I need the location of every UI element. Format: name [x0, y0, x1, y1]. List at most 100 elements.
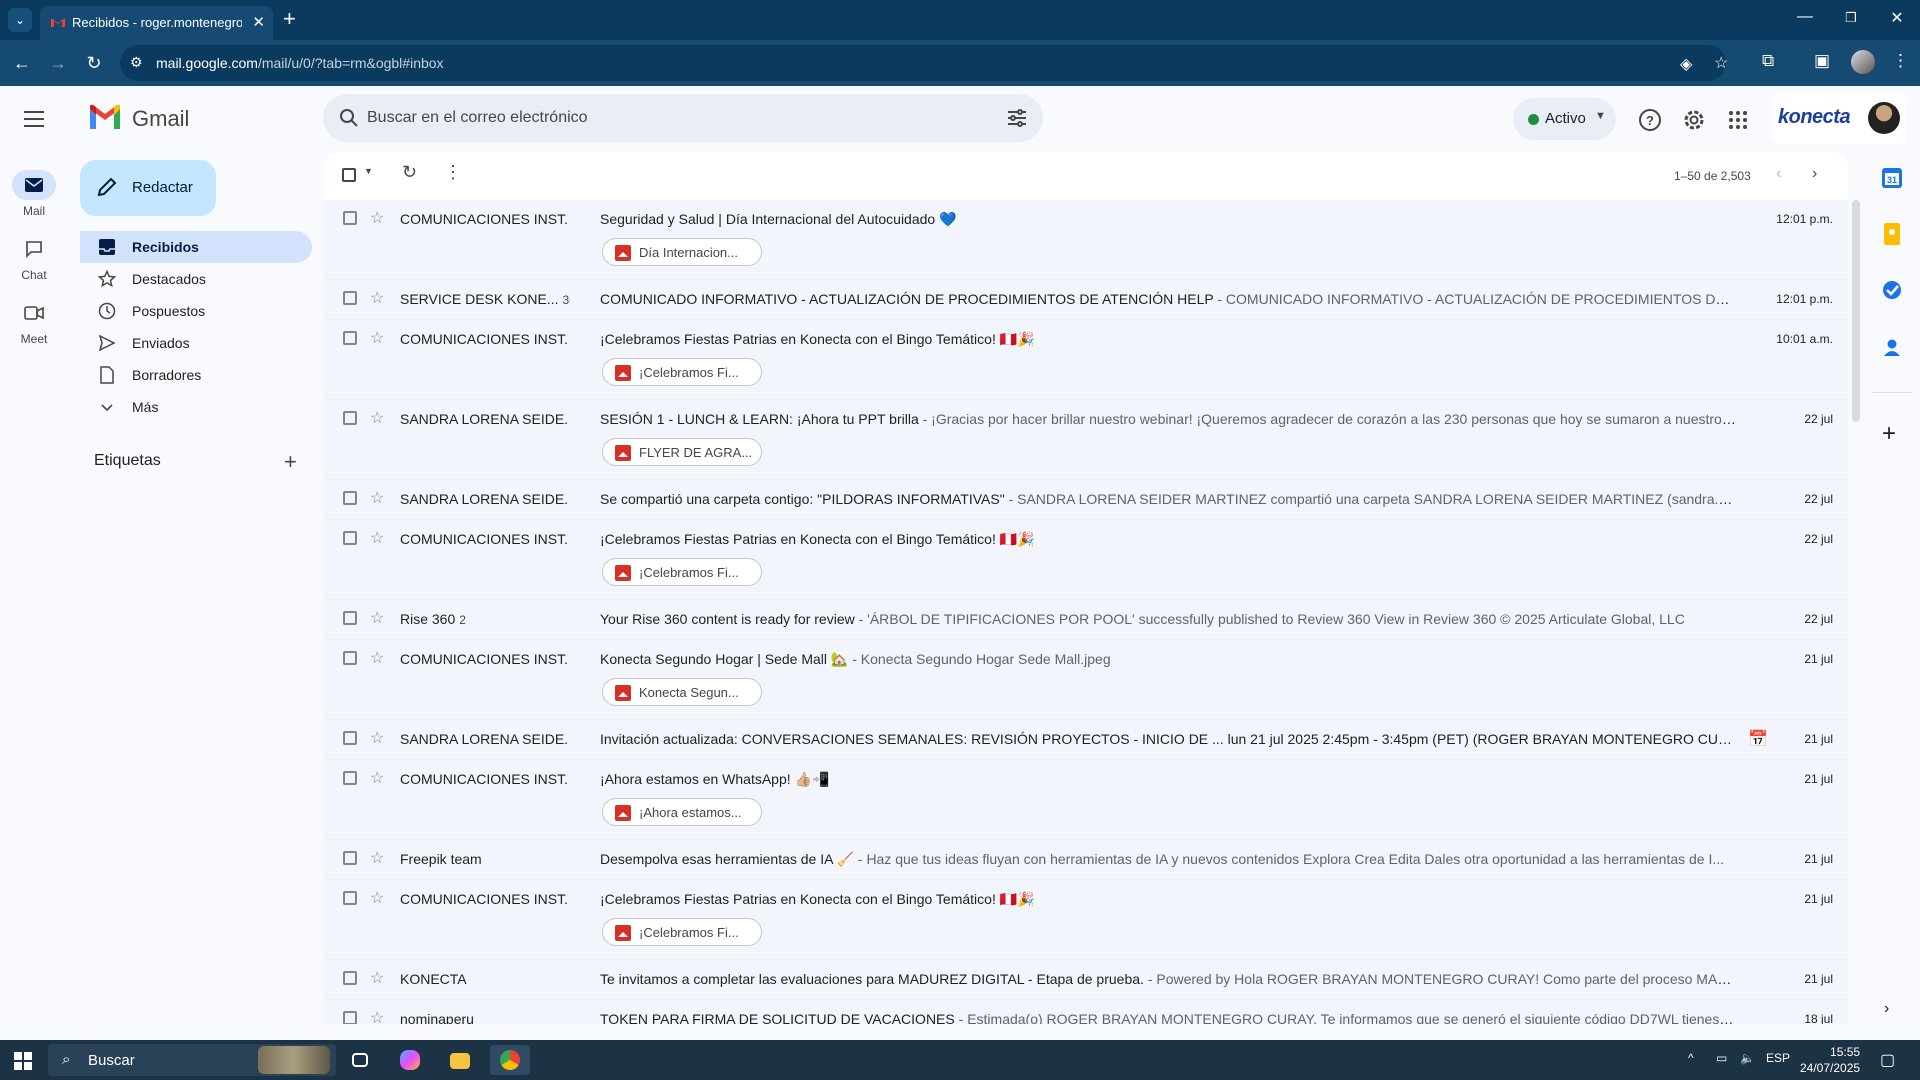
rail-chat[interactable]: Chat: [8, 234, 60, 282]
browser-profile-avatar[interactable]: [1851, 50, 1875, 74]
star-icon[interactable]: ☆: [370, 1008, 384, 1024]
row-checkbox[interactable]: [343, 851, 357, 865]
email-row[interactable]: ☆ SERVICE DESK KONE...36 COMUNICADO INFORM…: [324, 280, 1848, 320]
email-row[interactable]: ☆ COMUNICACIONES INST. ¡Celebramos Fiestas…: [324, 520, 1848, 600]
row-checkbox[interactable]: [343, 731, 357, 745]
row-checkbox[interactable]: [343, 611, 357, 625]
extensions-icon[interactable]: ⧉: [1762, 51, 1774, 71]
attachment-chip[interactable]: Konecta Segun...: [602, 678, 762, 706]
email-row[interactable]: ☆ SANDRA LORENA SEIDE. Invitación actualiz…: [324, 720, 1848, 760]
search-icon[interactable]: [337, 106, 361, 130]
file-explorer-icon[interactable]: [440, 1045, 480, 1075]
account-switcher[interactable]: konecta: [1772, 94, 1906, 144]
volume-icon[interactable]: 🔈: [1740, 1051, 1755, 1065]
windows-start-icon[interactable]: [14, 1052, 32, 1070]
row-checkbox[interactable]: [343, 651, 357, 665]
nav-inbox[interactable]: Recibidos: [80, 231, 312, 263]
bookmark-star-icon[interactable]: ☆: [1714, 53, 1728, 73]
attachment-chip[interactable]: ¡Celebramos Fi...: [602, 558, 762, 586]
email-row[interactable]: ☆ COMUNICACIONES INST. ¡Celebramos Fiestas…: [324, 880, 1848, 960]
status-selector[interactable]: Activo ▼: [1513, 98, 1616, 140]
rail-mail[interactable]: Mail: [8, 170, 60, 218]
row-checkbox[interactable]: [343, 531, 357, 545]
nav-sent[interactable]: Enviados: [80, 327, 312, 359]
lens-icon[interactable]: ◈: [1680, 54, 1692, 74]
star-icon[interactable]: ☆: [370, 208, 384, 228]
row-checkbox[interactable]: [343, 771, 357, 785]
gmail-logo-icon[interactable]: [88, 103, 122, 131]
older-page-icon[interactable]: ›: [1812, 165, 1817, 183]
collapse-panel-icon[interactable]: ›: [1884, 1000, 1889, 1018]
taskbar-clock[interactable]: 15:55 24/07/2025: [1800, 1044, 1860, 1076]
row-checkbox[interactable]: [343, 211, 357, 225]
row-checkbox[interactable]: [343, 971, 357, 985]
tasks-icon[interactable]: [1878, 276, 1906, 304]
email-row[interactable]: ☆ SANDRA LORENA SEIDE. SESIÓN 1 - LUNCH & …: [324, 400, 1848, 480]
nav-more[interactable]: Más: [80, 391, 312, 423]
main-menu-icon[interactable]: [20, 106, 48, 134]
add-label-icon[interactable]: +: [284, 449, 297, 475]
search-input[interactable]: [367, 104, 967, 132]
attachment-chip[interactable]: Día Internacion...: [602, 238, 762, 266]
nav-starred[interactable]: Destacados: [80, 263, 312, 295]
window-close-icon[interactable]: ✕: [1882, 8, 1912, 28]
chrome-icon[interactable]: [490, 1045, 530, 1075]
email-row[interactable]: ☆ SANDRA LORENA SEIDE. Se compartió una ca…: [324, 480, 1848, 520]
task-view-icon[interactable]: [340, 1045, 380, 1075]
star-icon[interactable]: ☆: [370, 968, 384, 988]
help-icon[interactable]: ?: [1636, 106, 1664, 134]
search-options-icon[interactable]: [1005, 106, 1029, 130]
network-icon[interactable]: ▭: [1716, 1051, 1727, 1065]
email-row[interactable]: ☆ Rise 360 2 Your Rise 360 content is ready…: [324, 600, 1848, 640]
browser-tab[interactable]: Recibidos - roger.montenegro@ ✕: [40, 6, 273, 40]
nav-drafts[interactable]: Borradores: [80, 359, 312, 391]
site-info-icon[interactable]: ⚙: [130, 54, 143, 71]
settings-gear-icon[interactable]: [1680, 106, 1708, 134]
attachment-chip[interactable]: ¡Ahora estamos...: [602, 798, 762, 826]
star-icon[interactable]: ☆: [370, 328, 384, 348]
attachment-chip[interactable]: FLYER DE AGRA...: [602, 438, 762, 466]
tab-close-icon[interactable]: ✕: [252, 13, 265, 31]
row-checkbox[interactable]: [343, 1011, 357, 1024]
row-checkbox[interactable]: [343, 291, 357, 305]
row-checkbox[interactable]: [343, 411, 357, 425]
address-bar[interactable]: ⚙ mail.google.com/mail/u/0/?tab=rm&ogbl#…: [120, 45, 1728, 81]
contacts-icon[interactable]: [1878, 334, 1906, 362]
star-icon[interactable]: ☆: [370, 768, 384, 788]
reload-icon[interactable]: ↻: [82, 51, 106, 75]
add-addon-icon[interactable]: +: [1882, 420, 1896, 448]
select-dropdown-icon[interactable]: ▼: [364, 166, 373, 176]
pagination-text[interactable]: 1–50 de 2,503: [1674, 169, 1751, 183]
attachment-chip[interactable]: ¡Celebramos Fi...: [602, 918, 762, 946]
copilot-icon[interactable]: [390, 1045, 430, 1075]
attachment-chip[interactable]: ¡Celebramos Fi...: [602, 358, 762, 386]
star-icon[interactable]: ☆: [370, 488, 384, 508]
compose-button[interactable]: Redactar: [80, 160, 216, 216]
back-icon[interactable]: ←: [10, 51, 34, 75]
email-row[interactable]: ☆ COMUNICACIONES INST. ¡Celebramos Fiestas…: [324, 320, 1848, 400]
more-options-icon[interactable]: ⋮: [444, 162, 462, 183]
minimize-icon[interactable]: —: [1790, 8, 1820, 26]
email-row[interactable]: ☆ COMUNICACIONES INST. Seguridad y Salud |…: [324, 200, 1848, 280]
forward-icon[interactable]: →: [46, 51, 70, 75]
new-tab-button[interactable]: +: [283, 7, 296, 31]
row-checkbox[interactable]: [343, 331, 357, 345]
star-icon[interactable]: ☆: [370, 648, 384, 668]
star-icon[interactable]: ☆: [370, 888, 384, 908]
calendar-icon[interactable]: 31: [1878, 164, 1906, 192]
select-all-checkbox[interactable]: [342, 168, 356, 182]
browser-menu-icon[interactable]: ⋮: [1892, 51, 1909, 71]
star-icon[interactable]: ☆: [370, 528, 384, 548]
email-row[interactable]: ☆ nominaperu TOKEN PARA FIRMA DE SOLICITUD…: [324, 1000, 1848, 1024]
language-indicator[interactable]: ESP: [1766, 1051, 1790, 1065]
star-icon[interactable]: ☆: [370, 608, 384, 628]
nav-snoozed[interactable]: Pospuestos: [80, 295, 312, 327]
star-icon[interactable]: ☆: [370, 728, 384, 748]
tab-search-button[interactable]: ⌄: [8, 8, 32, 32]
url-text[interactable]: mail.google.com/mail/u/0/?tab=rm&ogbl#in…: [156, 55, 444, 71]
taskbar-search[interactable]: ⌕ Buscar: [48, 1044, 336, 1076]
calendar-event-icon[interactable]: 📅: [1748, 729, 1768, 749]
email-row[interactable]: ☆ COMUNICACIONES INST. Konecta Segundo Hog…: [324, 640, 1848, 720]
star-icon[interactable]: ☆: [370, 408, 384, 428]
newer-page-icon[interactable]: ‹: [1776, 165, 1781, 183]
